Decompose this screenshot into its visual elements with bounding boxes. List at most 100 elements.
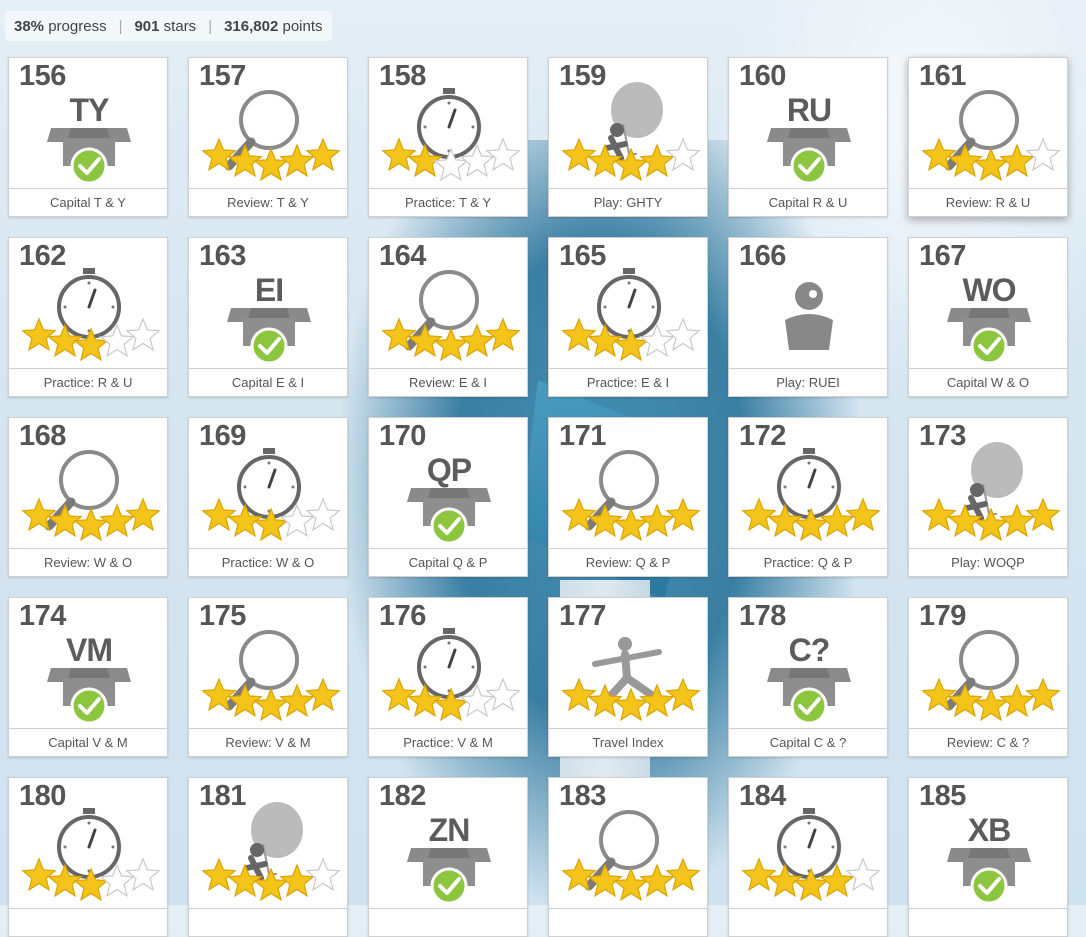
star-filled-icon — [485, 317, 521, 352]
star-filled-icon — [665, 857, 701, 892]
lesson-label: Review: E & I — [369, 368, 527, 396]
star-filled-icon — [381, 677, 417, 712]
lesson-number: 160 — [739, 60, 786, 92]
lesson-card[interactable]: 172 Practice: Q & P — [728, 417, 888, 577]
checkmark-icon — [790, 147, 828, 185]
magnifier-icon — [224, 630, 299, 711]
lesson-card[interactable]: 174 VM Capital V & M — [8, 597, 168, 757]
star-filled-icon — [561, 677, 597, 712]
lesson-number: 185 — [919, 780, 966, 812]
star-empty-icon — [125, 317, 161, 352]
stopwatch-icon — [57, 808, 121, 879]
star-filled-icon — [973, 687, 1009, 722]
star-filled-icon — [253, 147, 289, 182]
star-filled-icon — [459, 323, 495, 358]
lesson-card[interactable]: 177 Travel Index — [548, 597, 708, 757]
lesson-label: Play: WOQP — [909, 548, 1067, 576]
lesson-card[interactable]: 173 Play: WOQP — [908, 417, 1068, 577]
star-empty-icon — [1025, 137, 1061, 172]
star-filled-icon — [999, 503, 1035, 538]
lesson-number: 167 — [919, 240, 966, 272]
lesson-number: 175 — [199, 600, 246, 632]
lesson-number: 156 — [19, 60, 66, 92]
lesson-letters: XB — [967, 812, 1011, 848]
lesson-card[interactable]: 167 WO Capital W & O — [908, 237, 1068, 397]
lesson-label — [369, 908, 527, 936]
checkmark-icon — [70, 147, 108, 185]
lesson-card[interactable]: 170 QP Capital Q & P — [368, 417, 528, 577]
balloon-climber-icon — [604, 82, 663, 161]
lesson-number: 176 — [379, 600, 426, 632]
star-filled-icon — [305, 137, 341, 172]
lesson-card[interactable]: 160 RU Capital R & U — [728, 57, 888, 217]
stopwatch-icon — [237, 448, 301, 519]
star-filled-icon — [1025, 497, 1061, 532]
lesson-card[interactable]: 179 Review: C & ? — [908, 597, 1068, 757]
star-filled-icon — [639, 143, 675, 178]
lesson-number: 157 — [199, 60, 246, 92]
lesson-card[interactable]: 176 Practice: V & M — [368, 597, 528, 757]
lesson-number: 165 — [559, 240, 606, 272]
checkmark-icon — [430, 507, 468, 545]
lesson-label: Play: GHTY — [549, 188, 707, 216]
lesson-number: 181 — [199, 780, 246, 812]
lesson-label: Capital T & Y — [9, 188, 167, 216]
lesson-card[interactable]: 169 Practice: W & O — [188, 417, 348, 577]
star-empty-icon — [305, 857, 341, 892]
lesson-card[interactable]: 171 Review: Q & P — [548, 417, 708, 577]
lesson-number: 179 — [919, 600, 966, 632]
lesson-label: Practice: R & U — [9, 368, 167, 396]
star-filled-icon — [305, 677, 341, 712]
lesson-card[interactable]: 157 Review: T & Y — [188, 57, 348, 217]
checkmark-icon — [250, 327, 288, 365]
lesson-label: Capital R & U — [729, 188, 887, 216]
lesson-card[interactable]: 163 EI Capital E & I — [188, 237, 348, 397]
bird-in-pot-icon — [785, 282, 833, 350]
lesson-card[interactable]: 181 — [188, 777, 348, 937]
lesson-label: Practice: W & O — [189, 548, 347, 576]
lesson-card[interactable]: 162 Practice: R & U — [8, 237, 168, 397]
lesson-number: 158 — [379, 60, 426, 92]
lesson-card[interactable]: 183 — [548, 777, 708, 937]
lesson-card[interactable]: 161 Review: R & U — [908, 57, 1068, 217]
stopwatch-icon — [597, 268, 661, 339]
balloon-climber-icon — [964, 442, 1023, 521]
lesson-card[interactable]: 185 XB — [908, 777, 1068, 937]
star-filled-icon — [125, 497, 161, 532]
lesson-number: 183 — [559, 780, 606, 812]
magnifier-icon — [584, 810, 659, 891]
lesson-letters: RU — [786, 92, 832, 128]
lesson-card[interactable]: 175 Review: V & M — [188, 597, 348, 757]
lesson-card[interactable]: 165 Practice: E & I — [548, 237, 708, 397]
star-filled-icon — [21, 857, 57, 892]
lesson-number: 174 — [19, 600, 66, 632]
checkmark-icon — [430, 867, 468, 905]
star-filled-icon — [741, 497, 777, 532]
lesson-label — [189, 908, 347, 936]
lesson-card[interactable]: 166 Play: RUEI — [728, 237, 888, 397]
lesson-card[interactable]: 184 — [728, 777, 888, 937]
balloon-climber-icon — [244, 802, 303, 881]
star-filled-icon — [253, 687, 289, 722]
lesson-letters: C? — [788, 632, 831, 668]
lesson-label: Review: Q & P — [549, 548, 707, 576]
lesson-card[interactable]: 178 C? Capital C & ? — [728, 597, 888, 757]
star-filled-icon — [639, 863, 675, 898]
lesson-card[interactable]: 164 Review: E & I — [368, 237, 528, 397]
star-filled-icon — [741, 857, 777, 892]
lesson-card[interactable]: 156 TY Capital T & Y — [8, 57, 168, 217]
magnifier-icon — [44, 450, 119, 531]
lesson-card[interactable]: 158 Practice: T & Y — [368, 57, 528, 217]
star-empty-icon — [845, 857, 881, 892]
lesson-card[interactable]: 159 Play: GHTY — [548, 57, 708, 217]
lesson-label — [549, 908, 707, 936]
lesson-letters: ZN — [428, 812, 471, 848]
stopwatch-icon — [417, 628, 481, 699]
lesson-number: 163 — [199, 240, 246, 272]
star-filled-icon — [613, 507, 649, 542]
star-filled-icon — [99, 503, 135, 538]
star-filled-icon — [73, 507, 109, 542]
lesson-card[interactable]: 182 ZN — [368, 777, 528, 937]
lesson-card[interactable]: 168 Review: W & O — [8, 417, 168, 577]
lesson-card[interactable]: 180 — [8, 777, 168, 937]
